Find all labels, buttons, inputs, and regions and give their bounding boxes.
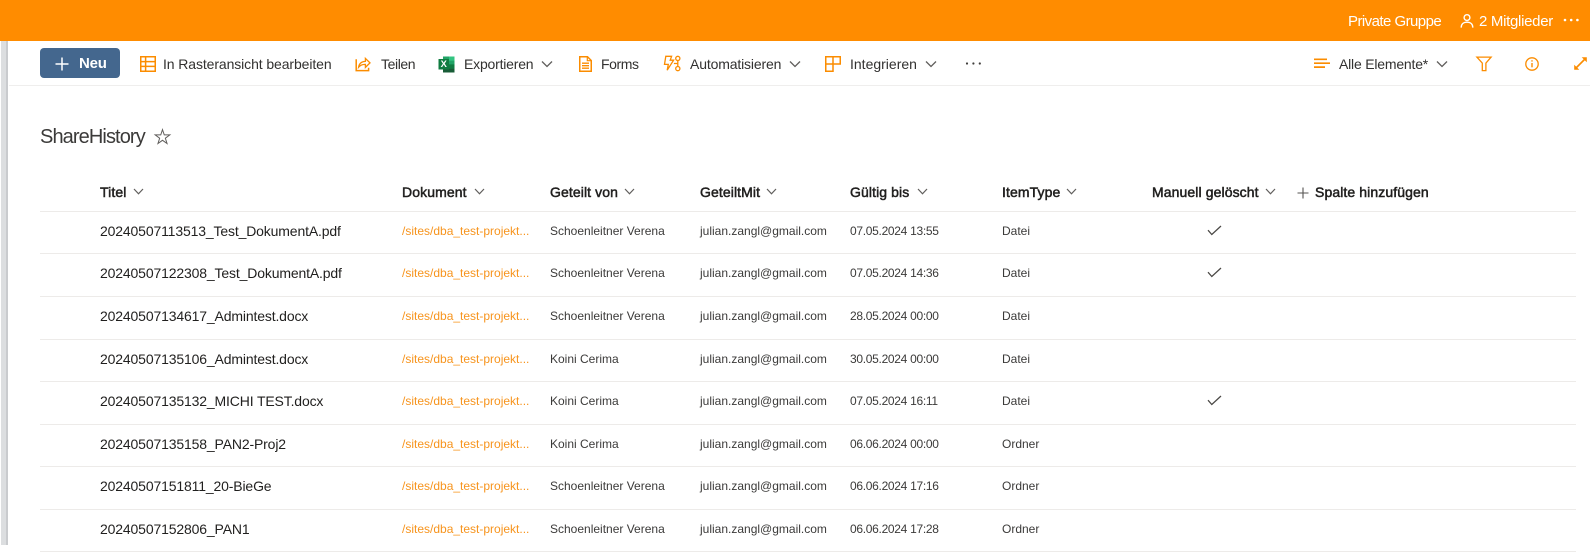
svg-text:X: X <box>441 58 448 69</box>
